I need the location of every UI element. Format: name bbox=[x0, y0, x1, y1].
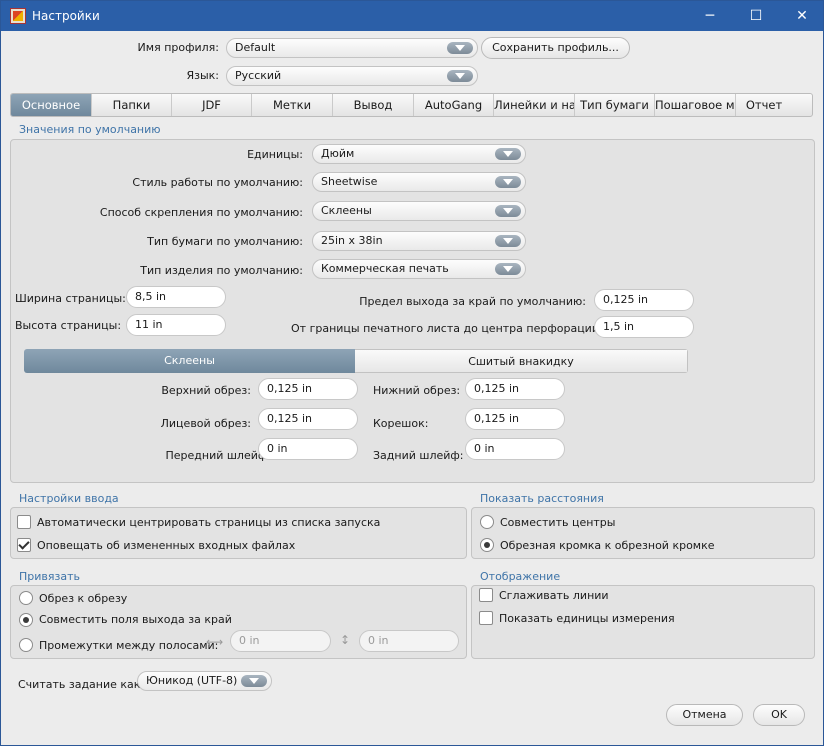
show-units-label: Показать единицы измерения bbox=[499, 612, 675, 625]
align-centers-radio[interactable] bbox=[480, 515, 494, 529]
chevron-down-icon bbox=[241, 675, 267, 687]
snap-trim-label: Обрез к обрезу bbox=[39, 592, 128, 605]
tab-bar: Основное Папки JDF Метки Вывод AutoGang … bbox=[10, 93, 813, 117]
notify-changed-label: Оповещать об измененных входных файлах bbox=[37, 539, 296, 552]
perforation-label: От границы печатного листа до центра пер… bbox=[291, 322, 603, 335]
tab-paper-type[interactable]: Тип бумаги bbox=[575, 94, 655, 116]
face-trim-field[interactable]: 0,125 in bbox=[258, 408, 358, 430]
notify-changed-checkbox[interactable] bbox=[17, 538, 31, 552]
chevron-down-icon bbox=[447, 42, 473, 54]
window-title: Настройки bbox=[32, 9, 100, 23]
input-settings-title: Настройки ввода bbox=[19, 492, 119, 505]
smooth-lines-label: Сглаживать линии bbox=[499, 589, 609, 602]
chevron-down-icon bbox=[495, 148, 521, 160]
vertical-gap-icon: ↕ bbox=[340, 633, 351, 647]
back-lip-field[interactable]: 0 in bbox=[465, 438, 565, 460]
front-lip-label: Передний шлейф: bbox=[165, 449, 271, 462]
language-label: Язык: bbox=[186, 69, 219, 82]
tab-folders[interactable]: Папки bbox=[92, 94, 172, 116]
show-distances-title: Показать расстояния bbox=[480, 492, 604, 505]
profile-select[interactable]: Default bbox=[226, 38, 478, 58]
chevron-down-icon bbox=[495, 176, 521, 188]
ok-button[interactable]: OK bbox=[753, 704, 805, 726]
language-select[interactable]: Русский bbox=[226, 66, 478, 86]
top-trim-label: Верхний обрез: bbox=[161, 384, 251, 397]
face-trim-label: Лицевой обрез: bbox=[160, 417, 251, 430]
snap-bleeds-label: Совместить поля выхода за край bbox=[39, 613, 232, 626]
page-width-label: Ширина страницы: bbox=[15, 292, 126, 305]
snap-gutters-label: Промежутки между полосами: bbox=[39, 639, 219, 652]
vertical-gap-field[interactable]: 0 in bbox=[359, 630, 459, 652]
segment-glued[interactable]: Склеены bbox=[24, 349, 355, 373]
product-type-select[interactable]: Коммерческая печать bbox=[312, 259, 526, 279]
bleed-field[interactable]: 0,125 in bbox=[594, 289, 694, 311]
perforation-field[interactable]: 1,5 in bbox=[594, 316, 694, 338]
profile-label: Имя профиля: bbox=[137, 41, 219, 54]
tab-jdf[interactable]: JDF bbox=[172, 94, 252, 116]
product-type-label: Тип изделия по умолчанию: bbox=[140, 264, 303, 277]
smooth-lines-checkbox[interactable] bbox=[479, 588, 493, 602]
binding-segmented-control: Склеены Сшитый внакидку bbox=[24, 349, 688, 373]
chevron-down-icon bbox=[495, 205, 521, 217]
horizontal-gap-field[interactable]: 0 in bbox=[230, 630, 331, 652]
spine-label: Корешок: bbox=[373, 417, 429, 430]
binding-label: Способ скрепления по умолчанию: bbox=[99, 206, 303, 219]
close-button[interactable]: ✕ bbox=[779, 1, 824, 31]
app-icon bbox=[10, 8, 26, 24]
tab-marks[interactable]: Метки bbox=[252, 94, 333, 116]
defaults-section-title: Значения по умолчанию bbox=[19, 123, 161, 136]
units-label: Единицы: bbox=[247, 148, 303, 161]
back-lip-label: Задний шлейф: bbox=[373, 449, 464, 462]
chevron-down-icon bbox=[495, 235, 521, 247]
work-style-label: Стиль работы по умолчанию: bbox=[132, 176, 303, 189]
tab-autogang[interactable]: AutoGang bbox=[414, 94, 494, 116]
cancel-button[interactable]: Отмена bbox=[666, 704, 743, 726]
trim-to-trim-label: Обрезная кромка к обрезной кромке bbox=[500, 539, 715, 552]
page-height-field[interactable]: 11 in bbox=[126, 314, 226, 336]
auto-center-label: Автоматически центрировать страницы из с… bbox=[37, 516, 381, 529]
tab-report[interactable]: Отчет bbox=[736, 94, 792, 116]
display-title: Отображение bbox=[480, 570, 561, 583]
bottom-trim-field[interactable]: 0,125 in bbox=[465, 378, 565, 400]
tab-step-repeat[interactable]: Пошаговое му bbox=[655, 94, 736, 116]
front-lip-field[interactable]: 0 in bbox=[258, 438, 358, 460]
snap-gutters-radio[interactable] bbox=[19, 638, 33, 652]
page-width-field[interactable]: 8,5 in bbox=[126, 286, 226, 308]
page-height-label: Высота страницы: bbox=[15, 319, 122, 332]
show-units-checkbox[interactable] bbox=[479, 611, 493, 625]
align-centers-label: Совместить центры bbox=[500, 516, 616, 529]
save-profile-button[interactable]: Сохранить профиль... bbox=[481, 37, 630, 59]
bleed-label: Предел выхода за край по умолчанию: bbox=[359, 295, 586, 308]
trim-to-trim-radio[interactable] bbox=[480, 538, 494, 552]
work-style-select[interactable]: Sheetwise bbox=[312, 172, 526, 192]
chevron-down-icon bbox=[447, 70, 473, 82]
binding-select[interactable]: Склеены bbox=[312, 201, 526, 221]
tab-rulers[interactable]: Линейки и нап bbox=[494, 94, 575, 116]
top-trim-field[interactable]: 0,125 in bbox=[258, 378, 358, 400]
tab-output[interactable]: Вывод bbox=[333, 94, 414, 116]
maximize-button[interactable]: ☐ bbox=[733, 1, 779, 31]
units-select[interactable]: Дюйм bbox=[312, 144, 526, 164]
bottom-trim-label: Нижний обрез: bbox=[373, 384, 461, 397]
minimize-button[interactable]: ─ bbox=[687, 1, 733, 31]
read-job-label: Считать задание как bbox=[18, 678, 141, 691]
settings-window: Настройки ─ ☐ ✕ Имя профиля: Default Сох… bbox=[0, 0, 824, 746]
spine-field[interactable]: 0,125 in bbox=[465, 408, 565, 430]
segment-saddle-stitch[interactable]: Сшитый внакидку bbox=[355, 349, 688, 373]
snap-trim-radio[interactable] bbox=[19, 591, 33, 605]
horizontal-gap-icon: ⟷ bbox=[206, 635, 224, 649]
encoding-select[interactable]: Юникод (UTF-8) bbox=[137, 671, 272, 691]
auto-center-checkbox[interactable] bbox=[17, 515, 31, 529]
snap-bleeds-radio[interactable] bbox=[19, 613, 33, 627]
paper-type-label: Тип бумаги по умолчанию: bbox=[147, 235, 303, 248]
paper-type-select[interactable]: 25in x 38in bbox=[312, 231, 526, 251]
tab-general[interactable]: Основное bbox=[11, 94, 92, 116]
snap-title: Привязать bbox=[19, 570, 80, 583]
chevron-down-icon bbox=[495, 263, 521, 275]
title-bar: Настройки ─ ☐ ✕ bbox=[1, 1, 823, 31]
